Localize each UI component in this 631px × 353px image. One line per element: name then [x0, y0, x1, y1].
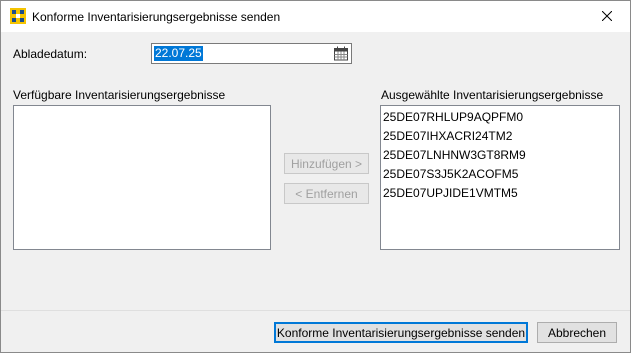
close-button[interactable] [584, 1, 630, 32]
dialog-window: Konforme Inventarisierungsergebnisse sen… [0, 0, 631, 353]
date-value[interactable]: 22.07.25 [154, 46, 203, 61]
remove-button[interactable]: < Entfernen [284, 183, 369, 204]
add-button[interactable]: Hinzufügen > [284, 153, 369, 174]
send-button[interactable]: Konforme Inventarisierungsergebnisse sen… [274, 322, 528, 343]
selected-list-header: Ausgewählte Inventarisierungsergebnisse [381, 88, 604, 102]
available-list-header: Verfügbare Inventarisierungsergebnisse [13, 88, 226, 102]
list-item[interactable]: 25DE07UPJIDE1VMTM5 [383, 184, 518, 203]
close-icon [601, 10, 613, 24]
window-title: Konforme Inventarisierungsergebnisse sen… [32, 10, 281, 24]
list-item[interactable]: 25DE07RHLUP9AQPFM0 [383, 108, 523, 127]
cancel-button[interactable]: Abbrechen [537, 322, 617, 343]
dialog-footer: Konforme Inventarisierungsergebnisse sen… [1, 310, 630, 352]
selected-listbox[interactable]: 25DE07RHLUP9AQPFM0 25DE07IHXACRI24TM2 25… [380, 105, 620, 250]
list-item[interactable]: 25DE07S3J5K2ACOFM5 [383, 165, 518, 184]
list-item[interactable]: 25DE07IHXACRI24TM2 [383, 127, 512, 146]
date-label: Abladedatum: [13, 47, 88, 61]
title-bar[interactable]: Konforme Inventarisierungsergebnisse sen… [1, 1, 630, 32]
date-picker[interactable]: 22.07.25 [151, 43, 352, 64]
list-item[interactable]: 25DE07LNHNW3GT8RM9 [383, 146, 526, 165]
calendar-icon[interactable] [333, 46, 349, 61]
available-listbox[interactable] [13, 105, 271, 250]
app-grid-icon [10, 8, 26, 24]
